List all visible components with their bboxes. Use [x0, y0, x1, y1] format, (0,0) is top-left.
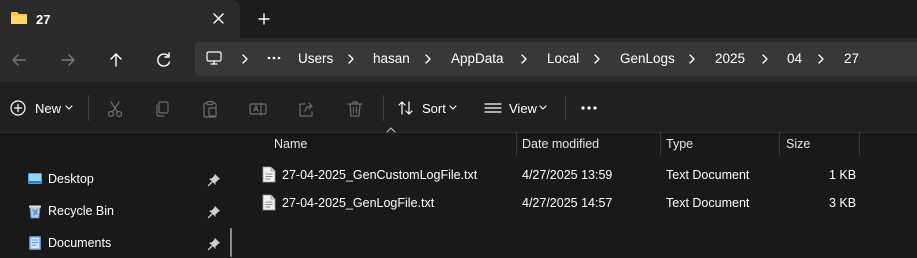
file-date-modified: 4/27/2025 14:57 — [522, 196, 613, 210]
breadcrumb-27[interactable]: 27 — [844, 51, 859, 66]
new-button-label: New — [35, 101, 62, 116]
tab-title: 27 — [36, 12, 51, 27]
refresh-icon[interactable] — [149, 38, 179, 82]
view-button-label: View — [509, 101, 537, 116]
sort-icon — [397, 99, 415, 117]
back-arrow-icon[interactable] — [4, 38, 34, 82]
forward-arrow-icon[interactable] — [53, 38, 83, 82]
chevron-right-icon[interactable] — [345, 52, 357, 66]
chevron-down-icon — [448, 104, 458, 112]
breadcrumb-genlogs[interactable]: GenLogs — [620, 51, 675, 66]
chevron-right-icon[interactable] — [591, 52, 603, 66]
toolbar-divider — [383, 95, 384, 121]
documents-icon — [27, 235, 43, 251]
breadcrumb-appdata[interactable]: AppData — [451, 51, 504, 66]
cut-icon[interactable] — [105, 99, 125, 119]
paste-icon[interactable] — [200, 99, 220, 119]
sidebar-scrollbar[interactable] — [230, 228, 232, 257]
close-tab-icon[interactable] — [208, 9, 230, 29]
text-file-icon — [262, 166, 276, 183]
delete-icon[interactable] — [345, 99, 365, 119]
sort-button[interactable]: Sort — [397, 97, 461, 119]
file-date-modified: 4/27/2025 13:59 — [522, 168, 613, 182]
file-name: 27-04-2025_GenCustomLogFile.txt — [282, 168, 478, 182]
pin-icon[interactable] — [207, 237, 221, 251]
tab-active[interactable]: 27 — [0, 0, 240, 38]
column-header-date-modified[interactable]: Date modified — [522, 137, 599, 151]
file-size: 1 KB — [829, 168, 857, 182]
column-header-type[interactable]: Type — [666, 137, 693, 151]
view-button[interactable]: View — [484, 97, 554, 119]
breadcrumb-users[interactable]: Users — [298, 51, 333, 66]
share-icon[interactable] — [297, 99, 317, 119]
up-arrow-icon[interactable] — [101, 38, 131, 82]
column-divider[interactable] — [516, 132, 517, 156]
breadcrumb-hasan[interactable]: hasan — [373, 51, 410, 66]
column-header-name[interactable]: Name — [274, 137, 307, 151]
text-file-icon — [262, 194, 276, 211]
toolbar-divider — [565, 95, 566, 121]
plus-circle-icon — [9, 99, 27, 117]
sidebar-item-recycle-bin[interactable]: Recycle Bin — [0, 196, 232, 226]
view-icon — [484, 99, 502, 117]
desktop-icon — [27, 171, 43, 187]
breadcrumb-04[interactable]: 04 — [787, 51, 802, 66]
more-options-icon[interactable] — [579, 100, 599, 116]
chevron-right-icon[interactable] — [239, 52, 251, 66]
sidebar-item-label: Documents — [48, 236, 112, 250]
table-row[interactable]: 27-04-2025_GenLogFile.txt 4/27/2025 14:5… — [255, 189, 917, 217]
folder-icon — [10, 10, 28, 26]
file-size: 3 KB — [829, 196, 857, 210]
sort-button-label: Sort — [422, 101, 446, 116]
table-row[interactable]: 27-04-2025_GenCustomLogFile.txt 4/27/202… — [255, 161, 917, 189]
column-divider[interactable] — [859, 132, 860, 156]
toolbar-divider — [88, 95, 89, 121]
chevron-down-icon — [64, 104, 74, 112]
breadcrumb-2025[interactable]: 2025 — [715, 51, 745, 66]
new-tab-icon[interactable] — [253, 9, 275, 29]
pin-icon[interactable] — [207, 173, 221, 187]
chevron-right-icon[interactable] — [422, 52, 434, 66]
file-name: 27-04-2025_GenLogFile.txt — [282, 196, 435, 210]
chevron-right-icon[interactable] — [815, 52, 827, 66]
sidebar-item-documents[interactable]: Documents — [0, 228, 232, 258]
rename-icon[interactable] — [248, 99, 268, 119]
breadcrumb-local[interactable]: Local — [547, 51, 579, 66]
pin-icon[interactable] — [207, 205, 221, 219]
chevron-right-icon[interactable] — [518, 52, 530, 66]
sidebar-item-label: Recycle Bin — [48, 204, 114, 218]
sidebar-item-label: Desktop — [48, 172, 94, 186]
file-type: Text Document — [666, 196, 750, 210]
chevron-down-icon — [538, 104, 548, 112]
column-header-size[interactable]: Size — [786, 137, 810, 151]
recycle-bin-icon — [27, 203, 43, 219]
chevron-right-icon[interactable] — [759, 52, 771, 66]
column-divider[interactable] — [660, 132, 661, 156]
column-divider[interactable] — [779, 132, 780, 156]
this-pc-icon[interactable] — [205, 49, 223, 67]
more-locations-icon[interactable] — [265, 50, 283, 66]
sort-ascending-icon — [385, 126, 397, 134]
chevron-right-icon[interactable] — [686, 52, 698, 66]
file-type: Text Document — [666, 168, 750, 182]
new-button[interactable]: New — [9, 97, 79, 119]
copy-icon[interactable] — [152, 99, 172, 119]
sidebar-item-desktop[interactable]: Desktop — [0, 164, 232, 194]
